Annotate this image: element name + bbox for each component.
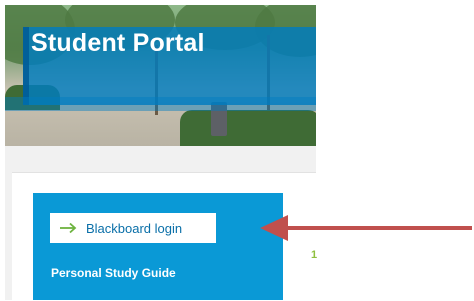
blackboard-login-button[interactable]: Blackboard login bbox=[50, 213, 216, 243]
title-band-strip bbox=[5, 97, 316, 111]
banner-hedge bbox=[180, 110, 316, 146]
personal-study-guide-link[interactable]: Personal Study Guide bbox=[51, 266, 176, 280]
page-title: Student Portal bbox=[31, 29, 205, 57]
quick-links-box bbox=[33, 193, 283, 300]
blackboard-login-label: Blackboard login bbox=[86, 220, 183, 236]
portal-banner: Student Portal bbox=[5, 5, 316, 146]
annotation-arrow-icon bbox=[260, 215, 472, 241]
side-column-text: 1 bbox=[311, 249, 318, 261]
arrow-right-icon bbox=[59, 222, 77, 234]
